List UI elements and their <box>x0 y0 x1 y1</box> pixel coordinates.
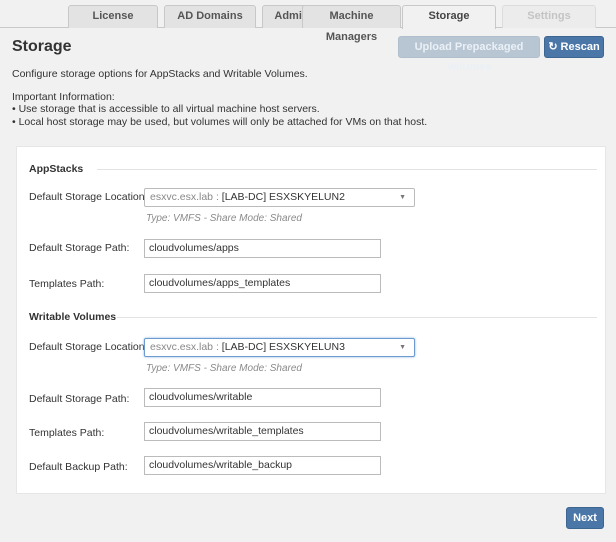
writable-location-prefix: esxvc.esx.lab : <box>150 341 219 353</box>
tab-machine-managers[interactable]: Machine Managers <box>302 5 401 43</box>
next-button[interactable]: Next <box>566 507 604 529</box>
appstacks-location-hint: Type: VMFS - Share Mode: Shared <box>146 213 302 224</box>
writable-location-label: Default Storage Location: <box>29 341 148 353</box>
appstacks-templates-label: Templates Path: <box>29 278 105 290</box>
appstacks-storage-path-input[interactable]: cloudvolumes/apps <box>144 239 381 258</box>
chevron-down-icon: ▼ <box>399 344 406 351</box>
writable-location-hint: Type: VMFS - Share Mode: Shared <box>146 363 302 374</box>
writable-storage-location-select[interactable]: esxvc.esx.lab : [LAB-DC] ESXSKYELUN3 ▼ <box>144 338 415 357</box>
appstacks-storage-location-select[interactable]: esxvc.esx.lab : [LAB-DC] ESXSKYELUN2 ▼ <box>144 188 415 207</box>
important-bullet-1: • Use storage that is accessible to all … <box>12 103 320 115</box>
tab-storage[interactable]: Storage <box>402 5 496 29</box>
appstacks-templates-path-input[interactable]: cloudvolumes/apps_templates <box>144 274 381 293</box>
writable-location-value: [LAB-DC] ESXSKYELUN3 <box>221 341 345 353</box>
appstacks-location-value: [LAB-DC] ESXSKYELUN2 <box>221 191 345 203</box>
important-title: Important Information: <box>12 91 115 103</box>
appstacks-heading: AppStacks <box>29 163 84 175</box>
writable-volumes-heading: Writable Volumes <box>29 311 117 323</box>
writable-volumes-divider <box>117 317 597 318</box>
writable-backup-path-input[interactable]: cloudvolumes/writable_backup <box>144 456 381 475</box>
writable-templates-label: Templates Path: <box>29 427 105 439</box>
chevron-down-icon: ▼ <box>399 194 406 201</box>
writable-storage-path-input[interactable]: cloudvolumes/writable <box>144 388 381 407</box>
tab-license[interactable]: License <box>68 5 158 28</box>
appstacks-divider <box>97 169 597 170</box>
writable-templates-path-input[interactable]: cloudvolumes/writable_templates <box>144 422 381 441</box>
important-bullet-2: • Local host storage may be used, but vo… <box>12 116 428 128</box>
upload-prepackaged-volumes-button: Upload Prepackaged Volumes <box>398 36 540 73</box>
appstacks-location-prefix: esxvc.esx.lab : <box>150 191 219 203</box>
writable-path-label: Default Storage Path: <box>29 393 130 405</box>
rescan-label: Rescan <box>560 41 600 53</box>
appstacks-path-label: Default Storage Path: <box>29 242 130 254</box>
appstacks-location-label: Default Storage Location: <box>29 191 148 203</box>
storage-settings-panel: AppStacks Default Storage Location: esxv… <box>16 146 606 494</box>
rescan-button[interactable]: ↻ Rescan <box>544 36 604 58</box>
intro-description: Configure storage options for AppStacks … <box>12 68 308 80</box>
tab-settings: Settings <box>502 5 596 28</box>
writable-backup-label: Default Backup Path: <box>29 461 128 473</box>
page-title: Storage <box>12 38 72 55</box>
tab-ad-domains[interactable]: AD Domains <box>164 5 256 28</box>
refresh-icon: ↻ <box>548 41 558 53</box>
